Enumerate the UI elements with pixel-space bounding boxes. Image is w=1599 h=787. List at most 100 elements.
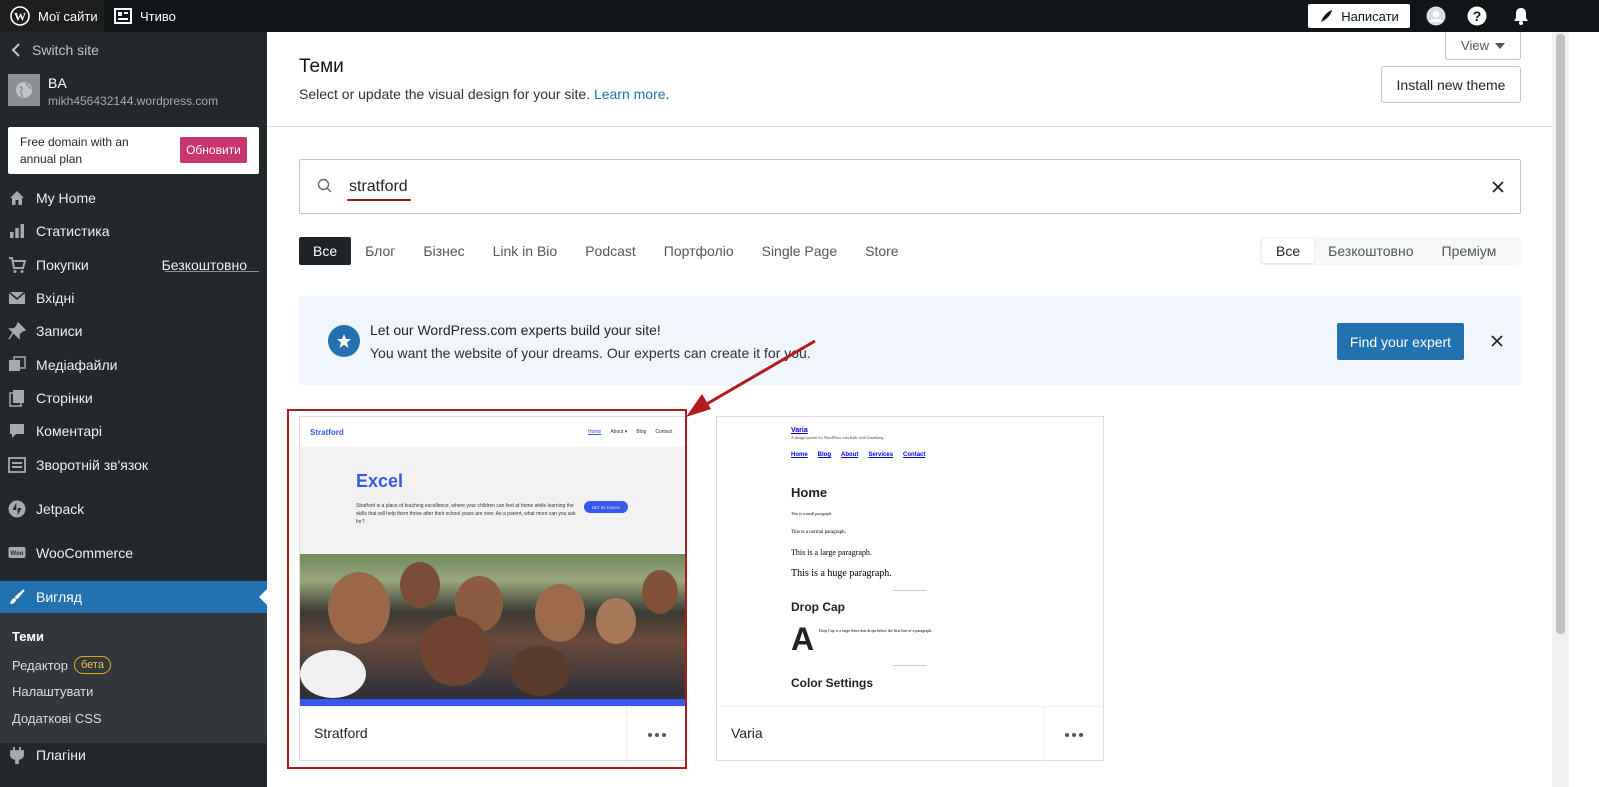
submenu-additional-css[interactable]: Додаткові CSS xyxy=(12,711,102,726)
clear-search-icon[interactable] xyxy=(1490,179,1506,195)
sidebar-item-plugins[interactable]: Плагіни xyxy=(0,739,267,771)
active-indicator xyxy=(259,589,267,605)
theme-search-field[interactable]: stratford xyxy=(299,159,1521,214)
theme-name: Varia xyxy=(731,725,763,741)
brush-icon xyxy=(10,589,25,604)
preview-heading-dropcap: Drop Cap xyxy=(791,600,845,614)
sidebar: Switch site BA mikh456432144.wordpress.c… xyxy=(0,32,267,787)
vertical-scrollbar[interactable] xyxy=(1552,32,1569,787)
search-icon xyxy=(317,178,332,193)
wordpress-logo-icon: W xyxy=(10,6,30,26)
house-icon xyxy=(10,191,24,205)
write-button[interactable]: Написати xyxy=(1308,4,1410,28)
media-icon xyxy=(9,356,26,371)
sidebar-item-feedback[interactable]: Зворотній зв'язок xyxy=(0,449,267,481)
main-content: Теми Select or update the visual design … xyxy=(267,32,1552,787)
preview-separator xyxy=(893,665,926,666)
sidebar-item-label: WooCommerce xyxy=(36,545,133,561)
site-url: mikh456432144.wordpress.com xyxy=(48,94,219,108)
preview-menu-item: Blog xyxy=(817,452,832,458)
pin-icon xyxy=(8,322,26,340)
tier-free[interactable]: Безкоштовно xyxy=(1314,239,1427,263)
banner-text: You want the website of your dreams. Our… xyxy=(370,345,811,361)
theme-card-footer: Varia xyxy=(717,706,1103,762)
star-badge-icon xyxy=(328,325,360,357)
current-site[interactable]: BA mikh456432144.wordpress.com xyxy=(8,72,258,114)
submenu-customize[interactable]: Налаштувати xyxy=(12,684,93,699)
preview-heading-home: Home xyxy=(791,485,828,500)
category-store[interactable]: Store xyxy=(851,237,912,265)
category-podcast[interactable]: Podcast xyxy=(571,237,650,265)
submenu-editor[interactable]: Редактор бета xyxy=(12,656,111,674)
plugin-icon xyxy=(10,747,24,764)
theme-card-varia[interactable]: Varia A design system for WordPress site… xyxy=(716,416,1104,762)
reader-button[interactable]: Чтиво xyxy=(114,0,176,32)
category-blog[interactable]: Блог xyxy=(351,237,409,265)
svg-text:?: ? xyxy=(1473,8,1482,24)
switch-site-link[interactable]: Switch site xyxy=(10,37,99,63)
woo-icon: Woo xyxy=(8,547,26,558)
avatar-icon[interactable] xyxy=(1426,6,1446,26)
theme-screenshot[interactable]: Varia A design system for WordPress site… xyxy=(717,417,1103,706)
install-theme-button[interactable]: Install new theme xyxy=(1381,66,1521,103)
scrollbar-thumb[interactable] xyxy=(1556,34,1565,634)
jetpack-icon xyxy=(8,500,26,518)
tier-all[interactable]: Все xyxy=(1262,239,1315,263)
preview-menu-item: Services xyxy=(868,452,894,458)
learn-more-link[interactable]: Learn more xyxy=(594,86,666,102)
category-portfolio[interactable]: Портфоліо xyxy=(650,237,748,265)
sidebar-item-label: Сторінки xyxy=(36,390,93,406)
sidebar-item-appearance[interactable]: Вигляд xyxy=(0,581,267,613)
category-all[interactable]: Все xyxy=(299,237,352,265)
sidebar-item-woocommerce[interactable]: Woo WooCommerce xyxy=(0,537,267,569)
sidebar-item-purchases[interactable]: Покупки Безкоштовно xyxy=(0,249,267,281)
feedback-icon xyxy=(8,457,26,473)
sidebar-item-label: Статистика xyxy=(36,223,110,239)
sidebar-item-inbox[interactable]: Вхідні xyxy=(0,282,267,314)
sidebar-item-label: Вигляд xyxy=(36,589,82,605)
sidebar-item-posts[interactable]: Записи xyxy=(0,315,267,347)
category-single-page[interactable]: Single Page xyxy=(748,237,852,265)
preview-heading-colors: Color Settings xyxy=(791,676,874,690)
help-icon[interactable]: ? xyxy=(1467,6,1487,26)
preview-site-title: Varia xyxy=(791,427,808,434)
tier-premium[interactable]: Преміум xyxy=(1428,239,1511,263)
preview-menu-item: Contact xyxy=(903,452,926,458)
view-button[interactable]: View xyxy=(1445,32,1521,60)
sidebar-item-jetpack[interactable]: Jetpack xyxy=(0,493,267,525)
close-icon[interactable] xyxy=(1490,334,1504,348)
sidebar-item-label: Записи xyxy=(36,323,83,339)
search-input[interactable]: stratford xyxy=(349,178,408,196)
banner-title: Let our WordPress.com experts build your… xyxy=(370,322,661,338)
preview-menu: Home Blog About Services Contact xyxy=(791,452,925,458)
category-filter: Все Блог Бізнес Link in Bio Podcast Порт… xyxy=(299,237,913,265)
sidebar-item-pages[interactable]: Сторінки xyxy=(0,382,267,414)
find-expert-button[interactable]: Find your expert xyxy=(1337,323,1464,360)
switch-site-label: Switch site xyxy=(32,42,99,58)
notifications-bell-icon[interactable] xyxy=(1511,6,1531,26)
sidebar-item-stats[interactable]: Статистика xyxy=(0,215,267,247)
my-sites-label: Мої сайти xyxy=(38,8,98,24)
preview-drop-letter: A xyxy=(791,621,815,657)
experts-banner: Let our WordPress.com experts build your… xyxy=(299,296,1521,385)
preview-menu-item: Home xyxy=(791,452,808,458)
category-link-in-bio[interactable]: Link in Bio xyxy=(479,237,572,265)
reader-icon xyxy=(114,8,132,24)
sidebar-item-media[interactable]: Медіафайли xyxy=(0,349,267,381)
page-subtitle: Select or update the visual design for y… xyxy=(299,86,670,102)
my-sites-button[interactable]: W Мої сайти xyxy=(0,0,104,32)
theme-more-button[interactable] xyxy=(1043,707,1103,762)
upgrade-promo: Free domain with an annual plan Обновити xyxy=(8,127,259,174)
sidebar-item-my-home[interactable]: My Home xyxy=(0,182,267,214)
sidebar-item-comments[interactable]: Коментарі xyxy=(0,415,267,447)
site-name: BA xyxy=(48,75,67,91)
preview-normal-paragraph: This is a normal paragraph. xyxy=(791,530,846,535)
preview-menu-item: About xyxy=(841,452,859,458)
submenu-themes[interactable]: Теми xyxy=(12,629,44,644)
top-bar: W Мої сайти Чтиво Написати ? xyxy=(0,0,1599,32)
chevron-left-icon xyxy=(11,43,20,57)
upgrade-button[interactable]: Обновити xyxy=(180,137,247,163)
category-business[interactable]: Бізнес xyxy=(409,237,478,265)
sidebar-item-label: Коментарі xyxy=(36,423,103,439)
feather-icon xyxy=(1321,10,1333,22)
